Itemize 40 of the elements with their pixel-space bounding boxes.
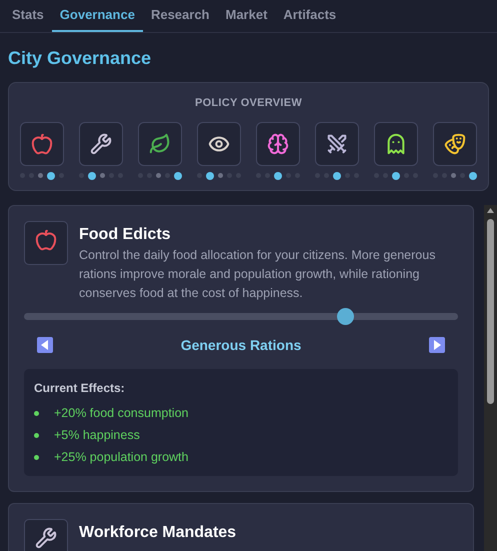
apple-icon (31, 132, 53, 154)
slider-track[interactable] (24, 308, 458, 324)
brain-icon (267, 132, 289, 154)
card-title: Food Edicts (79, 224, 172, 244)
effect-text: +20% food consumption (54, 404, 188, 422)
setting-label: Generous Rations (180, 336, 302, 354)
policy-button[interactable] (20, 122, 64, 166)
wrench-icon (90, 132, 112, 154)
theater-masks-icon (444, 132, 466, 154)
policy-button[interactable] (256, 122, 300, 166)
tab[interactable]: Research (142, 0, 218, 32)
scrollbar-thumb[interactable] (487, 218, 494, 404)
wrench-icon (35, 526, 57, 548)
apple-icon (35, 228, 57, 250)
crossed-swords-icon (326, 132, 348, 154)
policy-button[interactable] (197, 122, 241, 166)
effect-text: +5% happiness (54, 426, 140, 444)
slider-thumb[interactable] (336, 308, 354, 324)
tab[interactable]: Market (218, 0, 276, 32)
page-title: City Governance (7, 47, 152, 70)
effects-heading: Current Effects: (34, 380, 126, 396)
policy-button[interactable] (315, 122, 359, 166)
policy-button[interactable] (138, 122, 182, 166)
card-description: Control the daily food allocation for your citizens. More generous rations improve morale and population growth, while rationing conserves food at the cost of happiness. (79, 246, 436, 302)
policy-button[interactable] (79, 122, 123, 166)
next-button[interactable] (429, 337, 445, 353)
tab[interactable]: Stats (4, 0, 52, 32)
tab[interactable]: Governance (52, 0, 143, 32)
previous-button[interactable] (37, 337, 53, 353)
tab[interactable]: Artifacts (275, 0, 344, 32)
scrollbar[interactable] (484, 204, 497, 551)
card-title: Workforce Mandates (79, 522, 236, 542)
scroll-up-arrow-icon (487, 208, 494, 212)
left-triangle-icon (41, 340, 49, 350)
policy-button[interactable] (433, 122, 477, 166)
effect-text: +25% population growth (54, 448, 188, 466)
right-triangle-icon (433, 340, 441, 350)
leaf-icon (149, 132, 171, 154)
panel-heading: POLICY OVERVIEW (194, 96, 304, 111)
policy-button[interactable] (374, 122, 418, 166)
